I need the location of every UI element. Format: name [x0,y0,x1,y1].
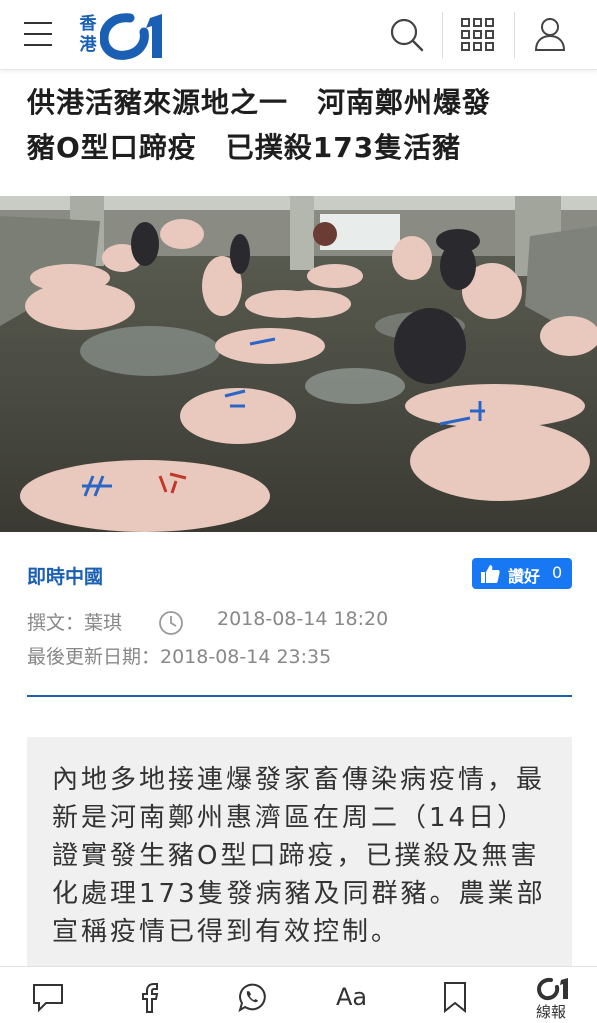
article-summary-box: 內地多地接連爆發家畜傳染病疫情，最新是河南鄭州惠濟區在周二（14日）證實發生豬O… [27,737,572,987]
article-photo-pigs[interactable] [0,196,597,532]
header-divider [442,12,443,58]
top-navigation-bar: 香 港 [0,0,597,70]
app-logo-icon[interactable]: 線報 [531,977,577,1021]
article-byline: 撰文：葉琪 [27,608,122,635]
publish-time: 2018-08-14 18:20 [217,608,389,630]
clock-icon [159,611,183,635]
like-label: 讚好 [508,567,541,586]
thumbs-up-icon [481,565,500,583]
menu-icon[interactable] [24,22,52,46]
like-count: 0 [552,563,563,582]
font-size-icon[interactable]: Aa [336,983,367,1011]
search-icon[interactable] [386,14,428,56]
hk01-logo[interactable]: 香 港 [78,12,170,60]
meta-divider [27,695,572,697]
comment-icon[interactable] [32,981,64,1013]
app-label: 線報 [536,1003,567,1021]
author: 撰文：葉琪 [27,612,123,634]
grid-icon[interactable] [457,14,499,56]
category-link[interactable]: 即時中國 [27,562,103,589]
last-updated: 最後更新日期：2018-08-14 23:35 [27,646,332,668]
facebook-icon[interactable] [138,981,162,1013]
article-summary-text: 內地多地接連爆發家畜傳染病疫情，最新是河南鄭州惠濟區在周二（14日）證實發生豬O… [52,765,546,947]
article-headline: 供港活豬來源地之一 河南鄭州爆發 豬O型口蹄疫 已撲殺173隻活豬 [27,86,492,164]
logo-text: 香 港 [79,14,97,55]
user-icon[interactable] [530,14,572,56]
bookmark-icon[interactable] [442,981,468,1014]
bottom-share-bar: Aa 線報 [0,966,597,1023]
header-divider [514,12,515,58]
whatsapp-icon[interactable] [236,981,268,1013]
facebook-like-button[interactable]: 讚好 0 [472,558,572,589]
logo-01-icon [100,13,162,60]
